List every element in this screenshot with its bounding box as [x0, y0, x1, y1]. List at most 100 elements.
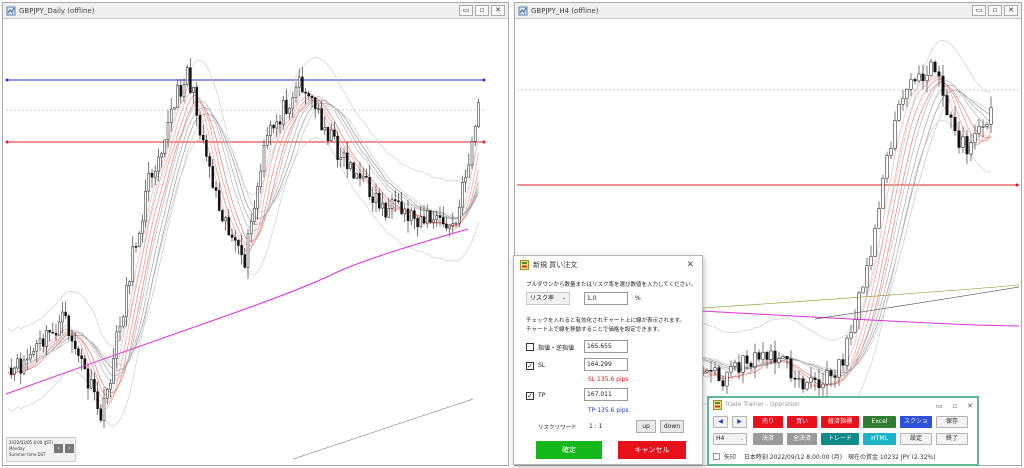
close-button[interactable]: ✕ — [1004, 5, 1018, 16]
sl-label: SL — [538, 362, 546, 369]
trade-button[interactable]: トレード — [821, 433, 859, 445]
candle-body — [773, 350, 777, 363]
candle-body — [821, 383, 825, 389]
candle-body — [313, 97, 317, 109]
red-line-handle-right[interactable] — [482, 140, 486, 144]
economic-indicators-button[interactable]: 経済指標 — [821, 416, 859, 428]
candle-body — [761, 351, 765, 360]
candle-body — [77, 348, 80, 356]
candle-body — [477, 102, 480, 127]
candle-body — [137, 232, 141, 247]
candle-body — [339, 157, 343, 160]
dialog-close-icon[interactable]: ✕ — [686, 256, 694, 274]
candle-body — [981, 126, 985, 128]
candle-body — [957, 130, 961, 148]
restore-icon[interactable]: ▫ — [952, 399, 957, 413]
restore-button[interactable]: ▫ — [475, 5, 489, 16]
candle-body — [185, 67, 189, 85]
blue-line-handle-left[interactable] — [5, 78, 9, 82]
candle-body — [51, 331, 55, 334]
candle-body — [889, 148, 893, 156]
close-button[interactable]: ✕ — [491, 5, 505, 16]
candle-body — [813, 377, 817, 380]
risk-value-input[interactable]: 1.0 — [584, 292, 628, 305]
candle-body — [901, 98, 905, 105]
right-chart-title: GBPJPY_H4 (offline) — [531, 7, 599, 15]
candle-body — [320, 108, 323, 131]
html-button[interactable]: HTML — [863, 433, 896, 445]
candle-body — [240, 245, 243, 255]
save-button[interactable]: 保存 — [936, 416, 968, 428]
blue-line-handle-right[interactable] — [482, 78, 486, 82]
close-icon[interactable]: ✕ — [967, 399, 973, 413]
candle-body — [173, 107, 176, 110]
candle-body — [925, 74, 929, 82]
candle-body — [406, 208, 410, 222]
minimize-icon[interactable]: ▭ — [936, 399, 943, 413]
candle-body — [985, 124, 989, 127]
candle-body — [307, 93, 311, 97]
sell-button[interactable]: 売り — [753, 416, 783, 428]
candle-body — [134, 246, 138, 248]
up-button[interactable]: up — [636, 420, 656, 433]
arrow-checkbox[interactable] — [713, 453, 720, 460]
candle-body — [297, 76, 301, 88]
tp-checkbox[interactable]: ✓ — [526, 392, 534, 400]
candle-body — [849, 332, 853, 339]
left-chart-canvas[interactable] — [3, 19, 508, 465]
settings-button[interactable]: 設定 — [900, 433, 932, 445]
left-chart-window: GBPJPY_Daily (offline) ▭ ▫ ✕ 2022/03/05 … — [2, 2, 509, 466]
candle-body — [753, 352, 757, 367]
candle-body — [464, 176, 467, 183]
prev-bar-button[interactable]: ◀ — [713, 416, 728, 428]
sl-price-input[interactable]: 164.299 — [584, 358, 628, 371]
candle-body — [805, 382, 809, 390]
candle-body — [80, 355, 83, 359]
settle-all-button[interactable]: 全決済 — [787, 433, 817, 445]
settle-button[interactable]: 決済 — [753, 433, 783, 445]
candle-body — [841, 359, 845, 366]
screenshot-button[interactable]: スクショ — [900, 416, 932, 428]
candle-body — [265, 135, 269, 146]
sl-line-handle[interactable] — [1015, 183, 1019, 187]
candle-body — [208, 156, 211, 167]
candle-body — [243, 254, 247, 268]
buy-button[interactable]: 買い — [787, 416, 817, 428]
info-prev-icon[interactable]: ‹ — [54, 444, 63, 453]
cancel-button[interactable]: キャンセル — [618, 441, 686, 459]
down-button[interactable]: down — [660, 420, 684, 433]
candle-body — [969, 142, 973, 155]
candle-body — [121, 316, 125, 327]
exit-button[interactable]: 終了 — [936, 433, 968, 445]
red-line-handle-left[interactable] — [5, 140, 9, 144]
candle-body — [70, 335, 74, 342]
candle-body — [473, 126, 477, 142]
candle-body — [721, 380, 725, 387]
info-day: Monday — [9, 446, 25, 451]
tp-price-input[interactable]: 167.011 — [584, 388, 628, 401]
candle-body — [73, 340, 77, 350]
confirm-button[interactable]: 確定 — [536, 441, 602, 459]
candle-body — [189, 67, 192, 93]
sl-checkbox[interactable]: ✓ — [526, 362, 534, 370]
candle-body — [125, 285, 128, 318]
minimize-button[interactable]: ▭ — [459, 5, 473, 16]
candle-body — [457, 206, 461, 224]
next-bar-button[interactable]: ▶ — [732, 416, 747, 428]
mode-select[interactable]: リスク率 ⌄ — [526, 292, 570, 305]
limit-price-input[interactable]: 165.655 — [584, 340, 628, 353]
candle-body — [221, 210, 224, 222]
candle-body — [96, 391, 99, 410]
candle-body — [397, 200, 400, 203]
excel-button[interactable]: Excel — [863, 416, 896, 428]
info-next-icon[interactable]: › — [65, 444, 74, 453]
candle-body — [361, 175, 365, 179]
restore-button[interactable]: ▫ — [988, 5, 1002, 16]
candle-body — [176, 85, 179, 108]
limit-checkbox[interactable] — [526, 343, 534, 351]
candle-body — [470, 141, 474, 166]
timeframe-select[interactable]: H4 ⌄ — [713, 433, 747, 445]
minimize-button[interactable]: ▭ — [972, 5, 986, 16]
candle-body — [749, 363, 753, 367]
left-price-chart[interactable]: 2022/03/05 8:00 (JST) Monday Summer time… — [3, 19, 508, 465]
